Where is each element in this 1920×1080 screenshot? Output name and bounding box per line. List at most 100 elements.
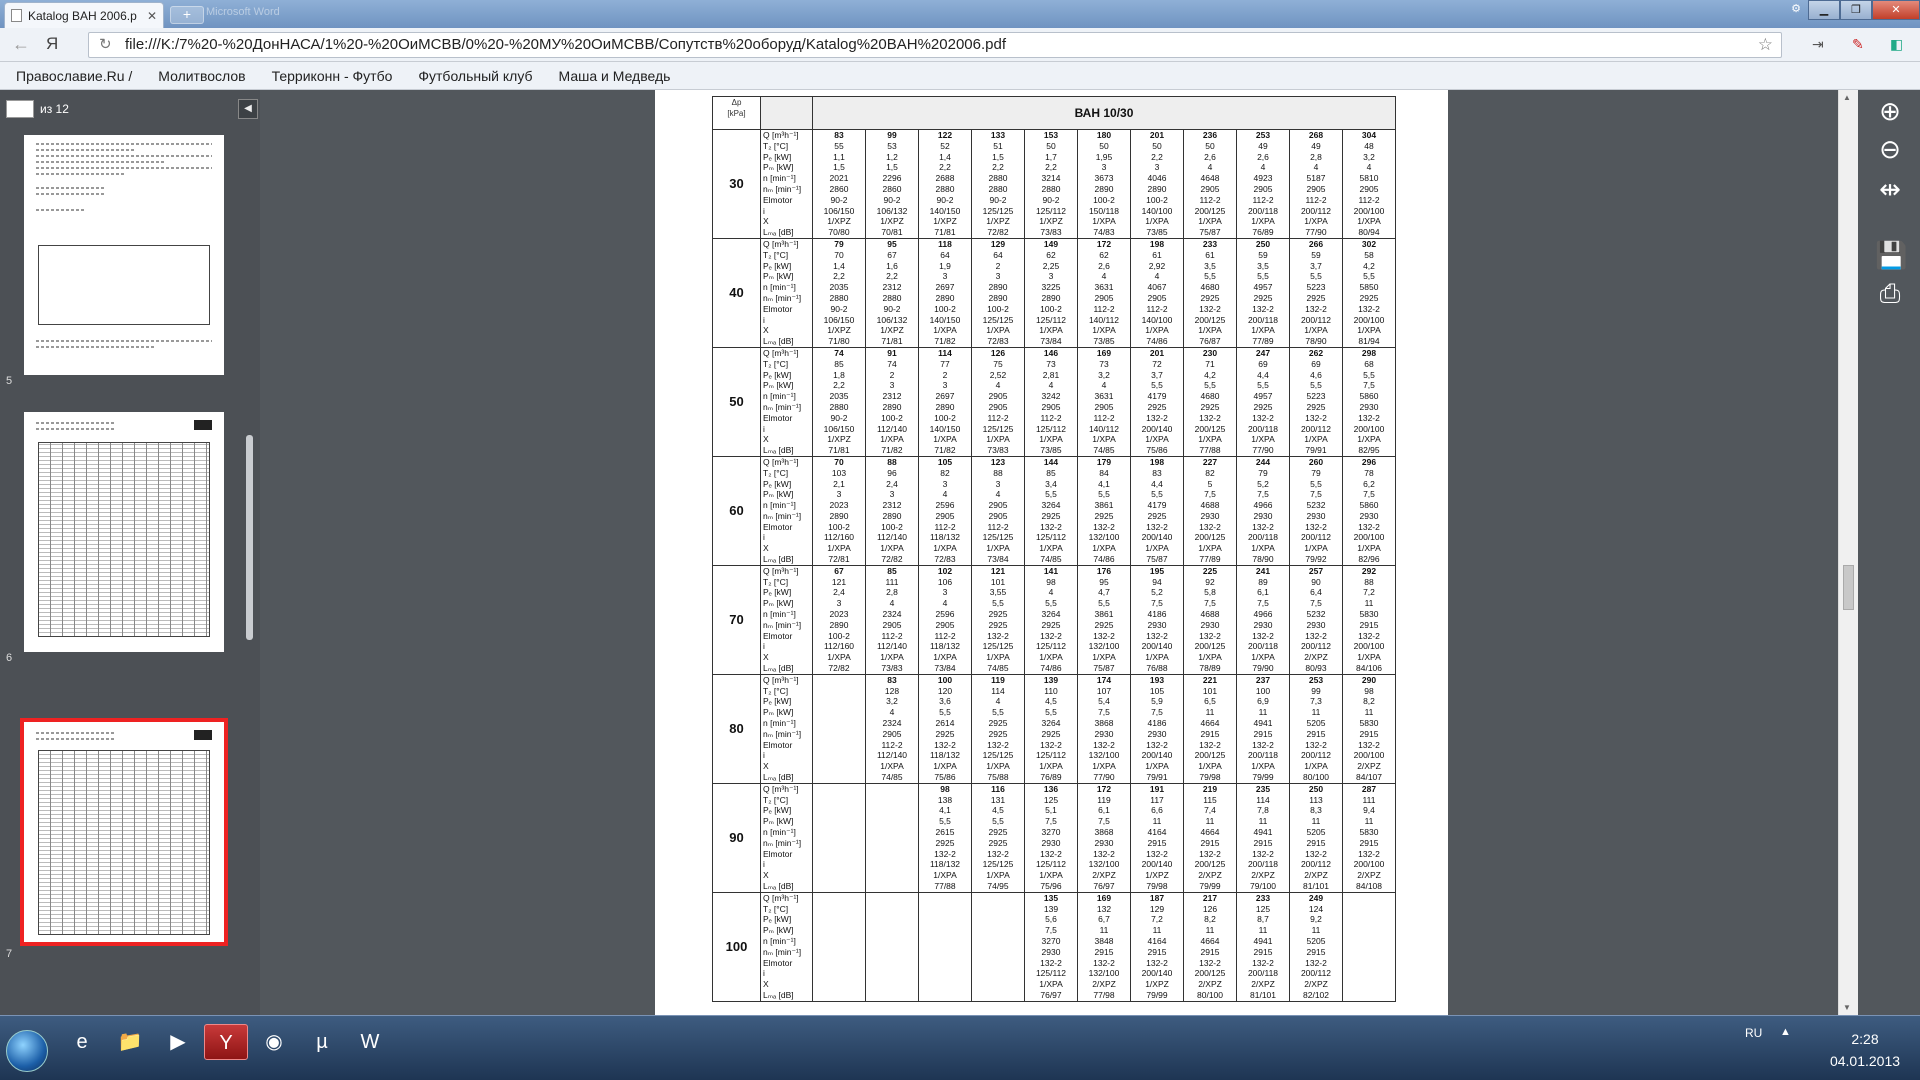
bookmark-item[interactable]: Маша и Медведь: [559, 68, 671, 84]
table-cell: 230 71 4,2 5,5 4680 2925 132-2 200/125 1/XPA 77/8…: [1183, 346, 1237, 457]
tab-pdf[interactable]: Katalog BAH 2006.p ✕: [4, 2, 164, 28]
cell-value: 1/XPZ: [880, 325, 904, 336]
cell-value: 73/85: [1093, 336, 1115, 347]
extension-ext-icon[interactable]: ◧: [1890, 36, 1903, 53]
bookmark-item[interactable]: Молитвослов: [158, 68, 245, 84]
cell-value: 2925: [1200, 292, 1220, 303]
address-bar[interactable]: ↻ file:///K:/7%20-%20ДонНАСА/1%20-%20ОиМ…: [88, 32, 1782, 58]
row-label: n [min⁻¹]: [763, 500, 796, 511]
cell-value: 2905: [988, 391, 1008, 402]
cell-value: 172: [1096, 783, 1112, 794]
cell-value: 82/102: [1303, 989, 1329, 1000]
cell-value: 4923: [1253, 173, 1273, 184]
cell-value: 5,5: [992, 816, 1004, 827]
bookmark-item[interactable]: Православие.Ru /: [16, 68, 132, 84]
yandex-browser-icon[interactable]: Y: [204, 1024, 248, 1060]
cell-value: 1/XPA: [1145, 761, 1169, 772]
cell-value: 2,92: [1148, 260, 1166, 271]
back-arrow-icon[interactable]: ←: [12, 34, 30, 55]
explorer-folder-icon[interactable]: 📁: [108, 1024, 152, 1060]
fit-width-icon[interactable]: ⇹: [1875, 174, 1905, 204]
cell-value: 117: [1150, 794, 1164, 805]
extension-icon[interactable]: ⇥: [1812, 36, 1824, 53]
thumbnail-number: 5: [6, 375, 13, 387]
save-icon[interactable]: 💾: [1875, 240, 1907, 270]
cell-value: 11: [1205, 925, 1215, 936]
page-scrollbar[interactable]: ▲ ▼: [1838, 90, 1858, 1015]
new-tab-button[interactable]: +: [170, 6, 204, 24]
cell-value: 6,9: [1257, 696, 1269, 707]
page-thumbnail-6[interactable]: [24, 412, 224, 652]
zoom-in-icon[interactable]: ⊕: [1875, 96, 1905, 126]
cell-value: 2/XPZ: [1251, 870, 1275, 881]
cell-value: 3: [942, 271, 948, 282]
row-label: nₘ [min⁻¹]: [763, 946, 802, 957]
firefox-icon[interactable]: ◉: [252, 1024, 296, 1060]
bookmark-item[interactable]: Терриконн - Футбо: [272, 68, 393, 84]
cell-value: 1/XPA: [933, 543, 957, 554]
cell-value: 2925: [1041, 510, 1061, 521]
cell-value: 2925: [988, 619, 1008, 630]
cell-value: 140/112: [1088, 423, 1120, 434]
cell-value: 3,2: [1363, 151, 1375, 162]
extension-tools-icon[interactable]: ✎: [1852, 36, 1864, 53]
start-button[interactable]: [6, 1030, 48, 1072]
bookmark-star-icon[interactable]: ☆: [1758, 33, 1773, 57]
table-row: 80 Q [m³h⁻¹] T₂ [°C] Pₑ [kW] Pₘ [kW] n [min⁻¹…: [712, 673, 1396, 784]
settings-gear-icon[interactable]: ⚙: [1784, 0, 1808, 20]
sidebar-collapse-button[interactable]: ◀: [238, 99, 258, 119]
cell-value: 112-2: [881, 630, 903, 641]
scroll-down-arrow-icon[interactable]: ▼: [1843, 1003, 1851, 1012]
language-indicator[interactable]: RU: [1745, 1026, 1762, 1040]
clock[interactable]: 2:28 04.01.2013: [1820, 1028, 1910, 1072]
scroll-up-arrow-icon[interactable]: ▲: [1843, 93, 1851, 102]
cell-value: 7,5: [1204, 489, 1216, 500]
tab-close-icon[interactable]: ✕: [147, 9, 157, 23]
cell-value: 101: [1202, 685, 1218, 696]
cell-value: 1/XPA: [986, 870, 1010, 881]
cell-value: 1/XPA: [1304, 325, 1328, 336]
cell-value: 1/XPZ: [827, 325, 851, 336]
cell-value: 201: [1149, 130, 1165, 140]
cell-value: [814, 881, 865, 891]
row-label: Pₘ [kW]: [763, 707, 794, 718]
cell-value: 49: [1311, 140, 1321, 151]
page-number-input[interactable]: [6, 100, 34, 118]
minimize-button[interactable]: ▁: [1808, 0, 1840, 20]
cell-value: 2035: [829, 391, 849, 402]
cell-value: 4664: [1200, 935, 1220, 946]
table-header-row: Δp [kPa] ВАН 10/30: [712, 96, 1396, 130]
page-thumbnail-7-selected[interactable]: [20, 718, 228, 946]
zoom-out-icon[interactable]: ⊖: [1875, 134, 1905, 164]
cell-value: 7,8: [1257, 805, 1269, 816]
cell-value: 2915: [1306, 946, 1326, 957]
ie-icon[interactable]: e: [60, 1024, 104, 1060]
reload-icon[interactable]: ↻: [99, 33, 112, 57]
scrollbar-thumb[interactable]: [1843, 565, 1854, 610]
yandex-logo-icon[interactable]: Я: [46, 34, 58, 54]
pdf-page: Δp [kPa] ВАН 10/30 30 Q [m³h⁻¹] T₂ [°C] Pₑ […: [655, 90, 1448, 1015]
print-icon[interactable]: ⎙: [1875, 278, 1905, 308]
cell-value: 3: [1101, 162, 1107, 173]
close-button[interactable]: ✕: [1872, 0, 1920, 20]
sidebar-scrollbar[interactable]: [246, 435, 253, 640]
cell-value: 298: [1361, 347, 1377, 358]
cell-value: [973, 947, 1024, 958]
tray-expand-icon[interactable]: ▲: [1780, 1026, 1791, 1038]
bookmark-item[interactable]: Футбольный клуб: [418, 68, 532, 84]
cell-value: 100-2: [1040, 303, 1062, 314]
cell-value: 2905: [1147, 292, 1167, 303]
cell-value: 6,6: [1151, 805, 1163, 816]
maximize-button[interactable]: ❐: [1840, 0, 1872, 20]
cell-value: 140/100: [1141, 205, 1173, 216]
word-icon[interactable]: W: [348, 1024, 392, 1060]
table-cell: 116 131 4,5 5,5 2925 2925 132-2 125/125 1/XPA 74/…: [971, 782, 1025, 893]
cell-value: 3264: [1041, 609, 1061, 620]
utorrent-icon[interactable]: µ: [300, 1024, 344, 1060]
cell-value: [1344, 914, 1395, 925]
page-thumbnail-5[interactable]: [24, 135, 224, 375]
cell-value: 3631: [1094, 282, 1114, 293]
row-label: Lₘₐ [dB]: [763, 663, 794, 674]
media-player-icon[interactable]: ▶: [156, 1024, 200, 1060]
cell-value: 290: [1361, 674, 1377, 685]
